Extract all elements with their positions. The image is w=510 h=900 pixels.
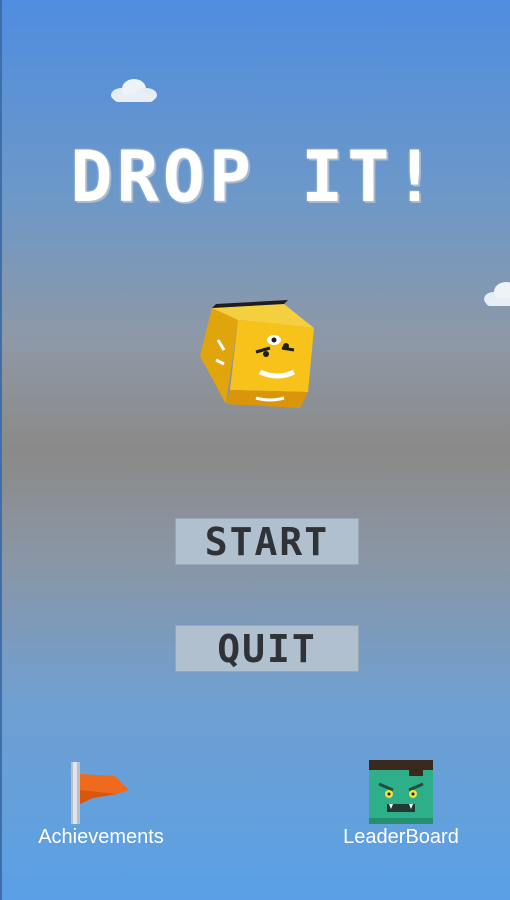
start-button[interactable]: START xyxy=(175,518,359,565)
cloud-icon xyxy=(484,282,510,306)
orange-flag-icon xyxy=(71,762,129,824)
leaderboard-label: LeaderBoard xyxy=(343,826,459,848)
achievements-label: Achievements xyxy=(38,826,164,848)
quit-button[interactable]: QUIT xyxy=(175,625,359,672)
game-title: DROP IT! xyxy=(70,136,440,218)
leaderboard-button[interactable]: LeaderBoard xyxy=(328,760,474,849)
cloud-icon xyxy=(111,79,157,102)
screen-edge xyxy=(0,0,2,900)
achievements-button[interactable]: Achievements xyxy=(22,760,180,849)
game-screen: DROP IT! START QUIT Achievements LeaderB… xyxy=(0,0,510,900)
cube-mascot-icon xyxy=(200,300,314,408)
green-monster-icon xyxy=(369,760,433,824)
